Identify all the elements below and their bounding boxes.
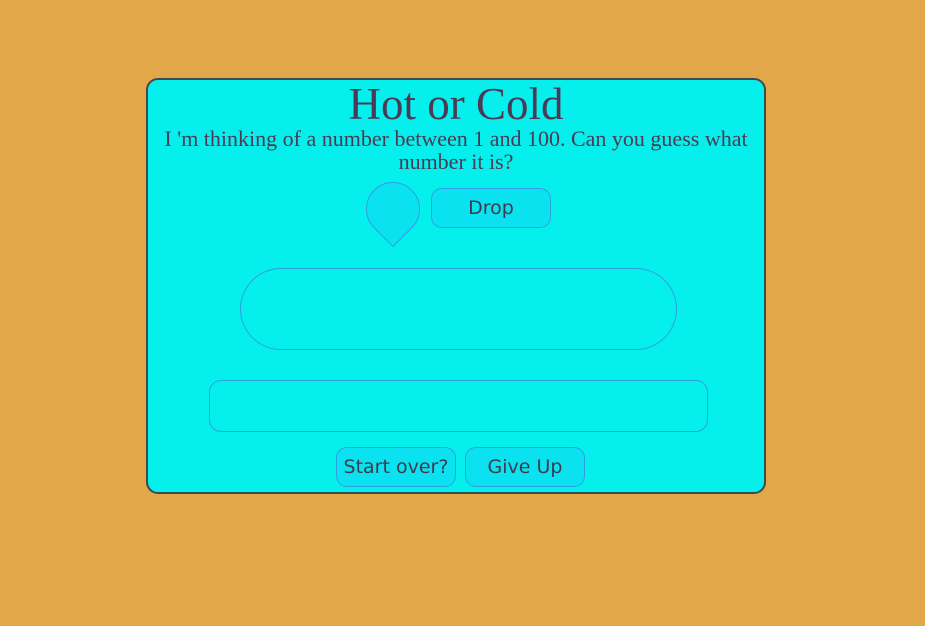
guess-input[interactable] bbox=[209, 380, 708, 432]
start-over-button[interactable]: Start over? bbox=[336, 447, 456, 487]
game-instructions: I 'm thinking of a number between 1 and … bbox=[164, 126, 748, 174]
game-title: Hot or Cold bbox=[348, 79, 564, 129]
drop-button[interactable]: Drop bbox=[431, 188, 551, 228]
water-drop-icon bbox=[354, 170, 432, 248]
give-up-button[interactable]: Give Up bbox=[465, 447, 585, 487]
feedback-display bbox=[240, 268, 677, 350]
game-card: Hot or Cold I 'm thinking of a number be… bbox=[146, 78, 766, 494]
